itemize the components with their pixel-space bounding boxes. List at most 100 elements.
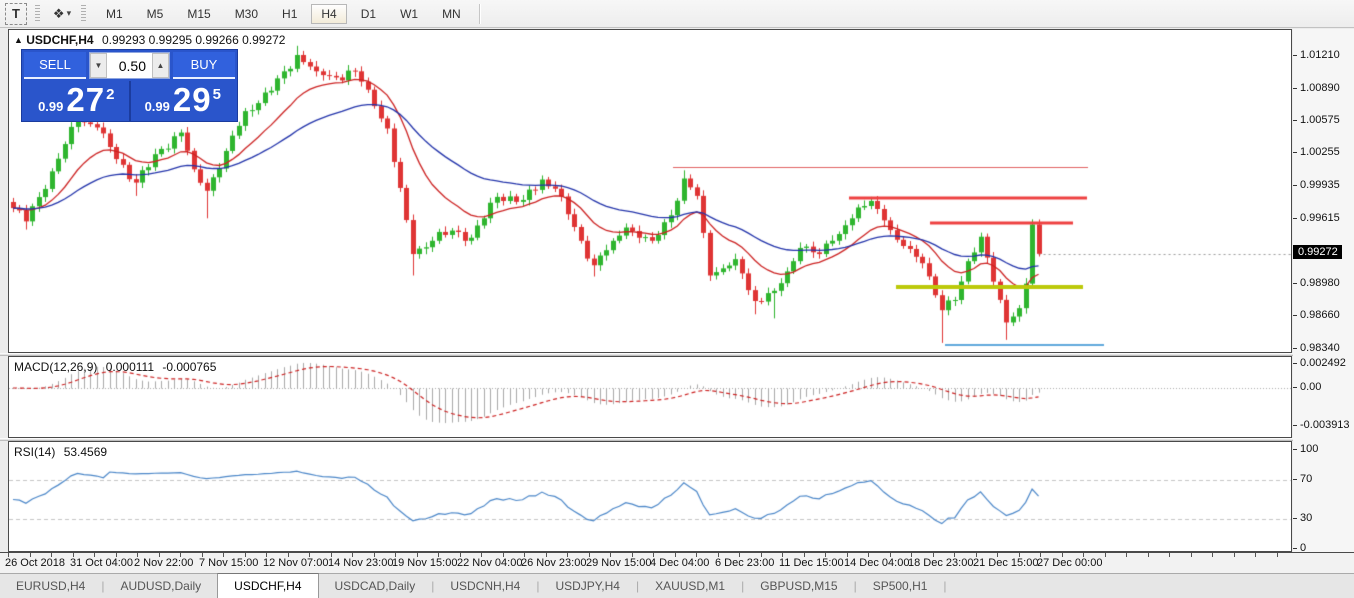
sell-price-display[interactable]: 0.99 27 2 [24,81,131,121]
time-axis-label: 19 Nov 15:00 [392,557,457,569]
cursor-tool-button[interactable]: ❖ ▾ [51,3,73,25]
time-tick-mark [1191,553,1192,557]
rsi-canvas[interactable] [9,442,1291,551]
axis-tick-mark [1293,387,1297,388]
top-toolbar: T ❖ ▾ M1M5M15M30H1H4D1W1MN [0,0,1354,28]
trading-terminal-window: { "toolbar": { "text_tool_label": "T", "… [0,0,1354,598]
axis-tick-label: 1.00255 [1300,146,1340,158]
cursor-tool-icon: ❖ [53,6,65,22]
axis-tick-label: 0.99615 [1300,212,1340,224]
time-axis-label: 21 Dec 15:00 [973,557,1038,569]
time-tick-mark [1212,553,1213,557]
axis-tick-mark [1293,363,1297,364]
tab-usdcnh-h4[interactable]: USDCNH,H4 [434,574,536,598]
timeframe-m5[interactable]: M5 [137,4,174,24]
price-axis: 0.99272 1.012101.008901.005751.002550.99… [1293,29,1354,573]
time-axis-label: 14 Dec 04:00 [844,557,909,569]
axis-tick-mark [1293,283,1297,284]
axis-tick-mark [1293,218,1297,219]
timeframe-m15[interactable]: M15 [177,4,220,24]
timeframe-m30[interactable]: M30 [225,4,268,24]
time-axis-label: 14 Nov 23:00 [328,557,393,569]
timeframe-d1[interactable]: D1 [351,4,386,24]
toolbar-grip[interactable] [81,5,86,23]
axis-tick-label: 0.99935 [1300,179,1340,191]
rsi-name: RSI(14) [14,445,55,459]
time-tick-mark [1105,553,1106,557]
axis-tick-label: 30 [1300,512,1312,524]
axis-tick-label: 0.98660 [1300,309,1340,321]
time-axis-label: 31 Oct 04:00 [70,557,133,569]
tab-xauusd-m1[interactable]: XAUUSD,M1 [639,574,741,598]
tab-usdchf-h4[interactable]: USDCHF,H4 [217,573,318,598]
axis-tick-mark [1293,120,1297,121]
toolbar-grip[interactable] [35,5,40,23]
axis-tick-label: 0.00 [1300,381,1321,393]
axis-tick-label: 0.98980 [1300,277,1340,289]
volume-increase-button[interactable]: ▲ [152,53,169,78]
chevron-down-icon: ▾ [67,8,72,19]
chart-symbol-period: USDCHF,H4 [26,33,93,47]
time-tick-mark [1126,553,1127,557]
chart-tabs: EURUSD,H4|AUDUSD,DailyUSDCHF,H4USDCAD,Da… [0,573,1354,598]
axis-tick-label: 70 [1300,473,1312,485]
time-tick-mark [1148,553,1149,557]
time-axis-label: 12 Nov 07:00 [263,557,328,569]
time-axis-label: 29 Nov 15:00 [586,557,651,569]
axis-tick-label: 1.00575 [1300,114,1340,126]
main-chart-panel: ▲ USDCHF,H4 0.99293 0.99295 0.99266 0.99… [8,29,1292,353]
macd-name: MACD(12,26,9) [14,360,97,374]
volume-decrease-button[interactable]: ▼ [90,53,107,78]
time-axis-label: 4 Dec 04:00 [650,557,709,569]
time-axis-label: 7 Nov 15:00 [199,557,258,569]
sell-price-big: 27 [66,83,105,117]
axis-tick-mark [1293,449,1297,450]
timeframe-h1[interactable]: H1 [272,4,307,24]
macd-main-value: 0.000111 [106,360,154,374]
one-click-trade-panel: SELL ▼ ▲ BUY 0.99 27 2 0.99 29 5 [21,49,238,122]
chart-header: ▲ USDCHF,H4 0.99293 0.99295 0.99266 0.99… [14,33,285,47]
timeframe-m1[interactable]: M1 [96,4,133,24]
tab-usdcad-daily[interactable]: USDCAD,Daily [319,574,432,598]
tab-usdjpy-h4[interactable]: USDJPY,H4 [539,574,635,598]
axis-tick-mark [1293,152,1297,153]
axis-tick-mark [1293,548,1297,549]
timeframe-w1[interactable]: W1 [390,4,428,24]
tab-sp500-h1[interactable]: SP500,H1 [857,574,944,598]
tab-eurusd-h4[interactable]: EURUSD,H4 [0,574,101,598]
axis-tick-label: 1.01210 [1300,49,1340,61]
macd-label: MACD(12,26,9) 0.000111 -0.000765 [14,360,216,374]
buy-button[interactable]: BUY [173,52,235,79]
volume-input[interactable] [107,53,152,78]
tab-audusd-daily[interactable]: AUDUSD,Daily [104,574,217,598]
axis-tick-mark [1293,55,1297,56]
time-tick-mark [1169,553,1170,557]
sell-button[interactable]: SELL [24,52,86,79]
text-tool-button[interactable]: T [5,3,27,25]
tab-gbpusd-m15[interactable]: GBPUSD,M15 [744,574,853,598]
rsi-indicator-panel: RSI(14) 53.4569 [8,441,1292,552]
timeframe-mn[interactable]: MN [432,4,471,24]
axis-tick-mark [1293,315,1297,316]
macd-indicator-panel: MACD(12,26,9) 0.000111 -0.000765 [8,356,1292,438]
time-axis-label: 6 Dec 23:00 [715,557,774,569]
time-axis-label: 22 Nov 04:00 [457,557,522,569]
axis-tick-label: 100 [1300,443,1318,455]
axis-tick-label: -0.003913 [1300,419,1350,431]
time-tick-mark [1255,553,1256,557]
time-axis-label: 27 Dec 00:00 [1037,557,1102,569]
current-price-tag: 0.99272 [1293,245,1342,259]
time-axis-label: 26 Nov 23:00 [521,557,586,569]
time-axis-label: 18 Dec 23:00 [908,557,973,569]
time-tick-mark [1234,553,1235,557]
collapse-arrow-icon[interactable]: ▲ [14,35,23,45]
timeframe-group: M1M5M15M30H1H4D1W1MN [94,4,473,24]
axis-tick-mark [1293,88,1297,89]
timeframe-h4[interactable]: H4 [311,4,346,24]
buy-price-small: 0.99 [145,99,170,114]
buy-price-sup: 5 [213,86,221,103]
buy-price-display[interactable]: 0.99 29 5 [131,81,236,121]
axis-tick-mark [1293,348,1297,349]
axis-tick-mark [1293,518,1297,519]
axis-tick-label: 0.98340 [1300,342,1340,354]
